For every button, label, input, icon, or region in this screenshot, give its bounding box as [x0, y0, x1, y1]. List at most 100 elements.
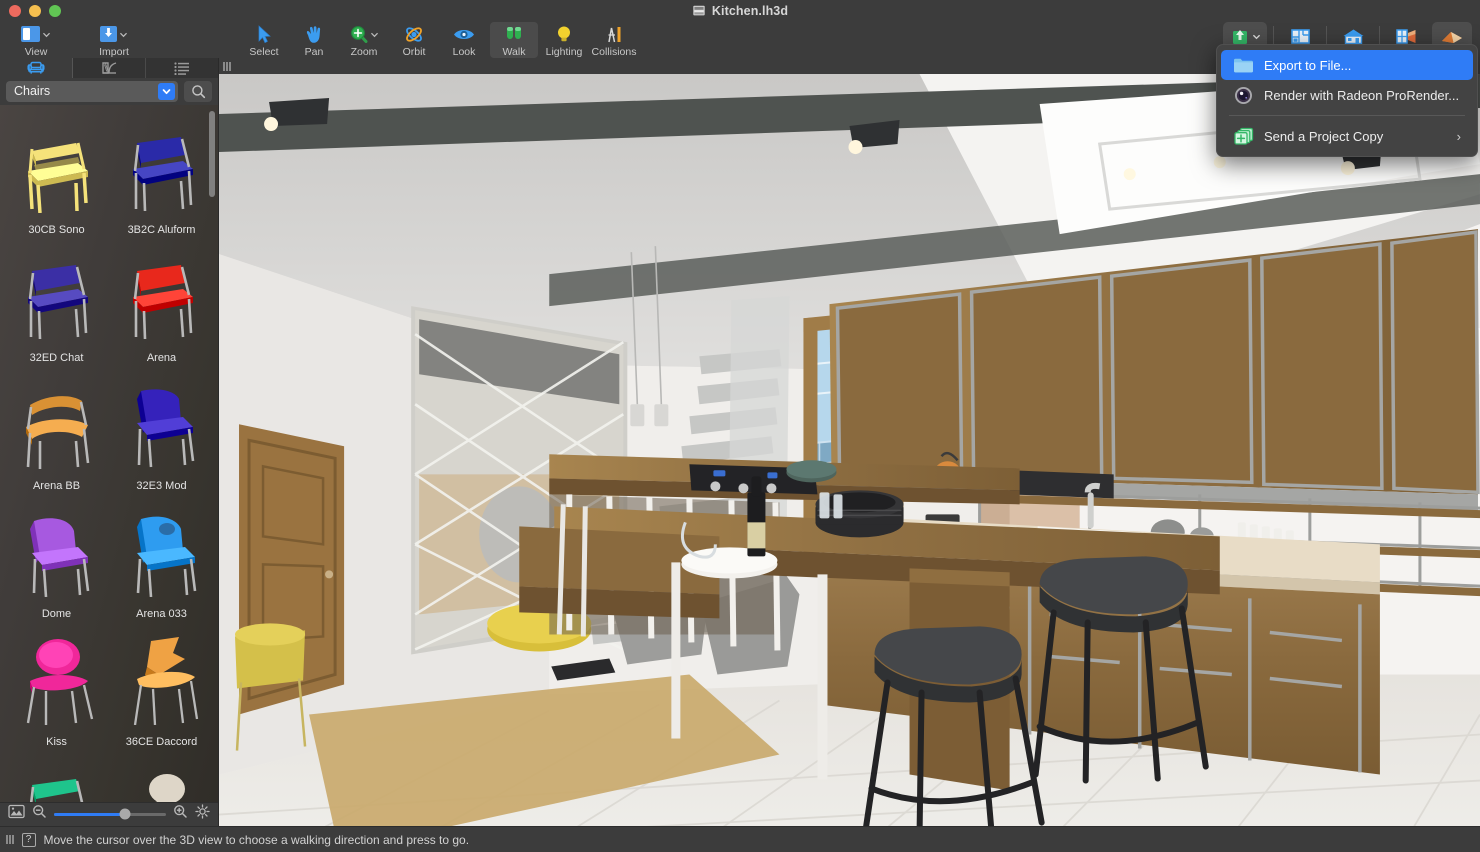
catalog-item-thumbnail: [109, 495, 214, 607]
chevron-down-icon: [370, 32, 378, 37]
toolbar-left-group: View Import: [0, 22, 142, 58]
catalog-item-label: Arena BB: [32, 479, 81, 492]
minimize-button[interactable]: [29, 5, 41, 17]
close-button[interactable]: [9, 5, 21, 17]
status-message: Move the cursor over the 3D view to choo…: [43, 832, 470, 847]
3d-viewport[interactable]: [219, 74, 1480, 826]
camera-lens-icon: [1233, 86, 1254, 105]
magnifier-minus-icon[interactable]: [32, 804, 47, 824]
toolbar-separator: [1379, 26, 1380, 46]
lighting-tool[interactable]: Lighting: [540, 22, 588, 58]
magnifier-plus-icon: [350, 26, 367, 43]
catalog-item-thumbnail: [4, 239, 109, 351]
slider-knob[interactable]: [119, 808, 131, 820]
share-up-arrow-icon: [1232, 29, 1247, 44]
catalog-item[interactable]: 30CB Sono: [4, 111, 109, 239]
walk-tool-label: Walk: [502, 46, 526, 58]
toolbar-separator: [1273, 26, 1274, 46]
catalog-zoom-slider[interactable]: [54, 808, 166, 820]
catalog-item-thumbnail: [109, 623, 214, 735]
slider-fill: [54, 812, 125, 816]
menu-item-label: Export to File...: [1264, 57, 1352, 73]
catalog-item-thumbnail: [4, 495, 109, 607]
catalog-item-label: Arena 033: [136, 607, 187, 620]
window-controls: [0, 5, 61, 17]
import-button[interactable]: Import: [86, 22, 142, 58]
catalog-item-label: 30CB Sono: [28, 223, 85, 236]
orbit-icon: [406, 26, 422, 42]
catalog-bottom-bar: [0, 801, 218, 826]
catalog-item-label: Arena: [146, 351, 177, 364]
collisions-tool[interactable]: Collisions: [590, 22, 638, 58]
eye-icon: [454, 29, 474, 39]
catalog-item[interactable]: Kiss: [4, 623, 109, 751]
orbit-tool[interactable]: Orbit: [390, 22, 438, 58]
catalog-item-thumbnail: [109, 751, 214, 802]
import-button-label: Import: [99, 46, 129, 58]
materials-tab[interactable]: [73, 58, 146, 78]
search-button[interactable]: [184, 80, 212, 102]
catalog-item[interactable]: [109, 751, 214, 802]
look-tool[interactable]: Look: [440, 22, 488, 58]
catalog-item[interactable]: Arena 033: [109, 495, 214, 623]
armchair-icon: [27, 62, 45, 75]
magnifier-plus-icon[interactable]: [173, 804, 188, 824]
view-button[interactable]: View: [8, 22, 64, 58]
menu-separator: [1229, 115, 1465, 116]
catalog-item[interactable]: [4, 751, 109, 802]
catalog-item-label: Dome: [41, 607, 72, 620]
chevron-down-icon: [43, 32, 50, 37]
catalog-item-thumbnail: [109, 367, 214, 479]
catalog-item[interactable]: 32ED Chat: [4, 239, 109, 367]
chevron-down-icon[interactable]: [158, 82, 175, 100]
title-container: Kitchen.lh3d: [0, 0, 1480, 22]
catalog-item[interactable]: Dome: [4, 495, 109, 623]
house-front-icon: [1343, 29, 1363, 44]
walk-tool[interactable]: Walk: [490, 22, 538, 58]
catalog-item[interactable]: Arena BB: [4, 367, 109, 495]
catalog-item-thumbnail: [109, 239, 214, 351]
grip-icon: [6, 835, 14, 844]
catalog-item-label: 32E3 Mod: [136, 479, 187, 492]
menu-item-render-prorender[interactable]: Render with Radeon ProRender...: [1221, 80, 1473, 110]
furniture-catalog-tab[interactable]: [0, 58, 73, 78]
catalog-filter-row: Chairs: [0, 77, 218, 105]
pan-tool[interactable]: Pan: [290, 22, 338, 58]
window-title: Kitchen.lh3d: [711, 4, 789, 18]
catalog-item-label: 36CE Daccord: [125, 735, 198, 748]
cursor-arrow-icon: [258, 24, 271, 43]
menu-item-send-project-copy[interactable]: Send a Project Copy ›: [1221, 121, 1473, 151]
catalog-grid: 30CB Sono 3B2C Aluform 32ED Chat Arena A…: [0, 105, 218, 802]
application-window: Kitchen.lh3d View Import Select Pan Zoom…: [0, 0, 1480, 852]
furniture-catalog[interactable]: 30CB Sono 3B2C Aluform 32ED Chat Arena A…: [0, 104, 218, 802]
hand-icon: [306, 25, 321, 43]
zoom-tool[interactable]: Zoom: [340, 22, 388, 58]
catalog-item[interactable]: 36CE Daccord: [109, 623, 214, 751]
catalog-item-thumbnail: [4, 367, 109, 479]
footprints-icon: [507, 27, 521, 39]
catalog-item[interactable]: 32E3 Mod: [109, 367, 214, 495]
blue-folder-icon: [1233, 56, 1254, 75]
import-icon: [100, 26, 117, 42]
zoom-tool-label: Zoom: [350, 46, 378, 58]
export-dropdown-menu: Export to File... Render with Radeon Pro…: [1216, 44, 1478, 157]
catalog-item[interactable]: Arena: [109, 239, 214, 367]
maximize-button[interactable]: [49, 5, 61, 17]
gear-icon[interactable]: [195, 804, 210, 824]
list-tab[interactable]: [146, 58, 218, 78]
catalog-item-thumbnail: [4, 111, 109, 223]
catalog-scrollbar[interactable]: [209, 110, 215, 197]
select-tool[interactable]: Select: [240, 22, 288, 58]
catalog-item-thumbnail: [4, 751, 109, 802]
status-bar: ? Move the cursor over the 3D view to ch…: [0, 826, 1480, 852]
submenu-arrow-icon: ›: [1456, 128, 1461, 144]
sidebar-tabs: [0, 58, 218, 78]
question-mark-icon[interactable]: ?: [21, 832, 36, 847]
list-icon: [174, 62, 189, 75]
catalog-item-thumbnail: [4, 623, 109, 735]
catalog-item[interactable]: 3B2C Aluform: [109, 111, 214, 239]
category-dropdown[interactable]: Chairs: [6, 80, 178, 102]
image-icon[interactable]: [8, 804, 25, 824]
menu-item-export-to-file[interactable]: Export to File...: [1221, 50, 1473, 80]
chevron-down-icon: [120, 32, 127, 37]
